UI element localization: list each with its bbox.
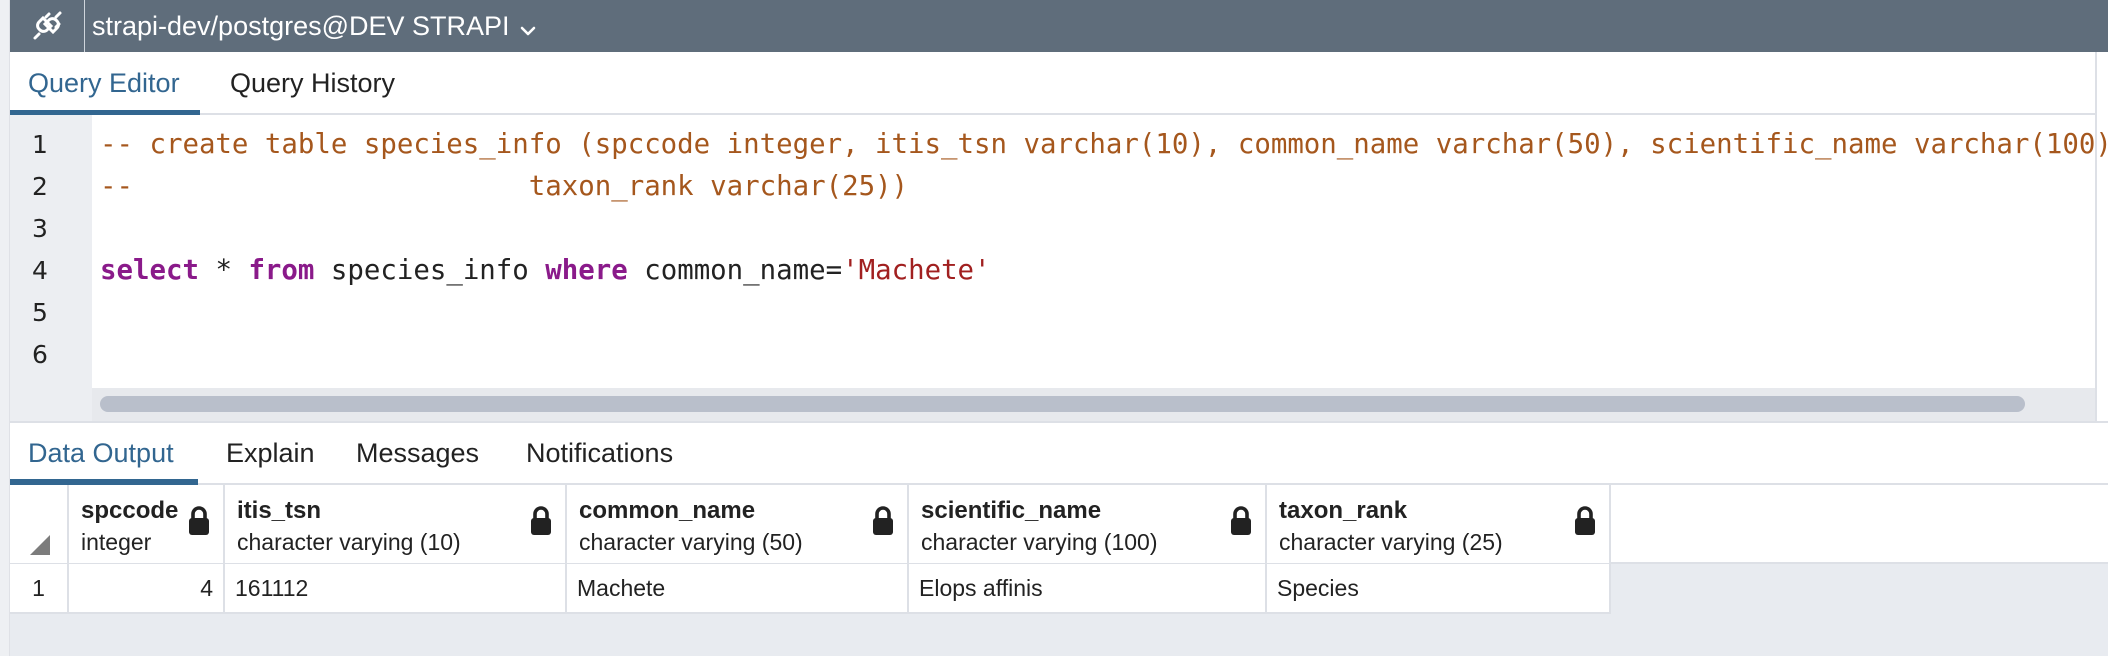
line-number: 1 (32, 130, 48, 159)
token-kw: from (248, 255, 315, 286)
editor-right-border (2095, 52, 2097, 421)
line-number: 5 (32, 298, 48, 327)
column-type: character varying (25) (1279, 529, 1503, 555)
token-plain: species_info (314, 255, 546, 286)
editor-tab-bar: Query Editor Query History (10, 52, 2095, 116)
column-name: scientific_name (921, 497, 1102, 524)
column-name: taxon_rank (1279, 497, 1408, 524)
column-name: itis_tsn (237, 497, 322, 524)
code-line[interactable]: -- create table species_info (spccode in… (100, 124, 2108, 166)
cell-spccode[interactable]: 4 (69, 564, 225, 612)
lock-icon (529, 505, 553, 537)
code-line[interactable]: -- taxon_rank varchar(25)) (100, 166, 908, 208)
line-number: 4 (32, 256, 48, 285)
tab-notifications[interactable]: Notifications (508, 423, 691, 483)
grid-header-row: spccode integer itis_tsn character varying … (10, 485, 2108, 564)
connection-bar: strapi-dev/postgres@DEV STRAPI (10, 0, 2108, 52)
column-type: integer (81, 529, 152, 555)
token-kw: select (100, 255, 199, 286)
tab-messages[interactable]: Messages (338, 423, 497, 483)
scrollbar-thumb[interactable] (100, 396, 2025, 412)
select-all-corner[interactable] (10, 485, 69, 563)
connection-label: strapi-dev/postgres@DEV STRAPI (92, 11, 510, 41)
lock-icon (187, 505, 211, 537)
column-name: common_name (579, 497, 756, 524)
editor-horizontal-scrollbar[interactable] (92, 388, 2095, 421)
column-type: character varying (100) (921, 529, 1158, 555)
tab-data-output[interactable]: Data Output (10, 423, 198, 485)
column-header-scientific-name[interactable]: scientific_name character varying (100) (909, 485, 1267, 563)
column-header-taxon-rank[interactable]: taxon_rank character varying (25) (1267, 485, 1611, 563)
token-plain: * (198, 255, 249, 286)
column-type: character varying (50) (579, 529, 803, 555)
tab-query-history[interactable]: Query History (212, 52, 413, 113)
cell-itis-tsn[interactable]: 161112 (225, 564, 567, 612)
tab-query-editor[interactable]: Query Editor (10, 52, 200, 116)
lock-icon (871, 505, 895, 537)
line-number: 6 (32, 340, 48, 369)
tab-explain[interactable]: Explain (208, 423, 333, 483)
connection-selector[interactable]: strapi-dev/postgres@DEV STRAPI (92, 0, 536, 52)
token-comment: -- taxon_rank varchar(25)) (100, 171, 909, 202)
cell-scientific-name[interactable]: Elops affinis (909, 564, 1267, 612)
code-line[interactable]: select * from species_info where common_… (100, 250, 991, 292)
column-header-common-name[interactable]: common_name character varying (50) (567, 485, 909, 563)
token-kw: where (545, 255, 628, 286)
token-plain: common_name= (627, 255, 843, 286)
line-number: 3 (32, 214, 48, 243)
lock-icon (1229, 505, 1253, 537)
column-name: spccode (81, 497, 179, 524)
results-tab-bar: Data Output Explain Messages Notificatio… (10, 421, 2108, 485)
left-panel-edge (0, 0, 10, 656)
token-comment: -- create table species_info (spccode in… (100, 129, 2108, 160)
sql-editor[interactable]: 1 2 3 4 5 6 -- create table species_info (spc… (10, 115, 2108, 421)
line-number: 2 (32, 172, 48, 201)
select-all-triangle-icon[interactable] (30, 535, 50, 555)
cell-taxon-rank[interactable]: Species (1267, 564, 1611, 612)
lock-icon (1573, 505, 1597, 537)
data-output-grid: spccode integer itis_tsn character varying … (10, 485, 2108, 656)
cell-common-name[interactable]: Machete (567, 564, 909, 612)
column-header-spccode[interactable]: spccode integer (69, 485, 225, 563)
column-type: character varying (10) (237, 529, 461, 555)
line-number-gutter: 1 2 3 4 5 6 (10, 115, 92, 421)
row-number[interactable]: 1 (10, 564, 69, 612)
table-row[interactable]: 1 4 161112 Machete Elops affinis Species (10, 564, 1611, 614)
column-header-itis-tsn[interactable]: itis_tsn character varying (10) (225, 485, 567, 563)
chevron-down-icon (520, 2, 536, 54)
token-str: 'Machete' (842, 255, 991, 286)
plug-connection-icon[interactable] (10, 0, 85, 52)
